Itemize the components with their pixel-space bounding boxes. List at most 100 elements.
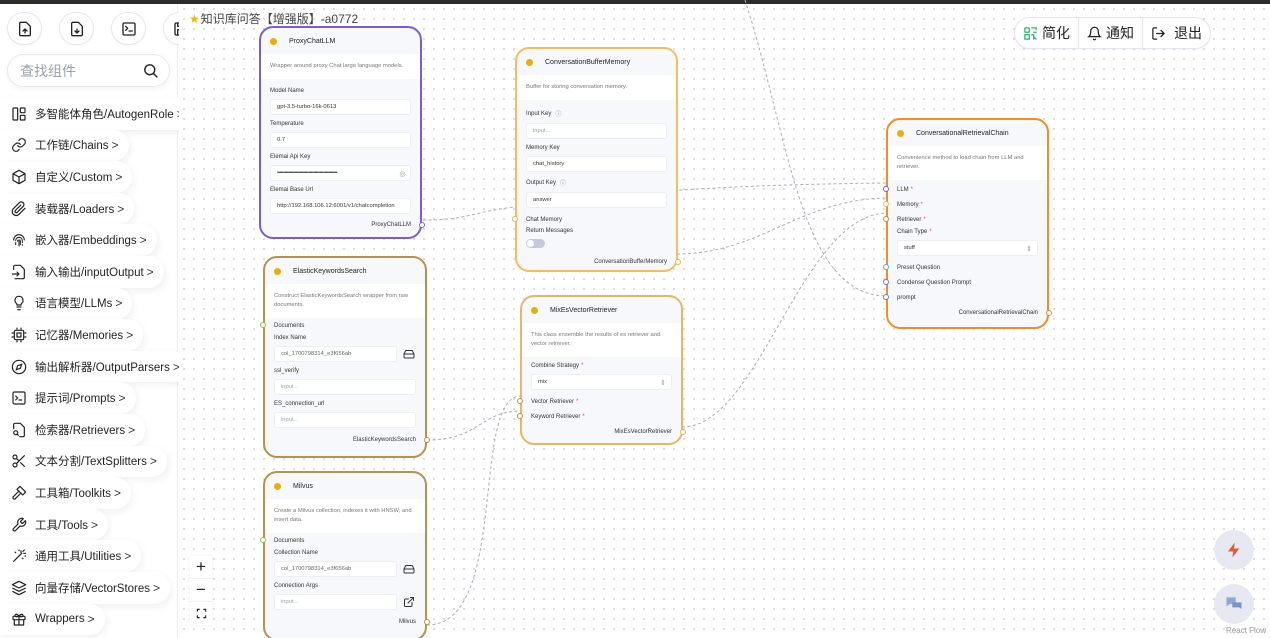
sidebar-item-tools[interactable]: 工具/Tools > — [0, 508, 109, 541]
input-handle[interactable] — [512, 216, 518, 222]
simplify-icon — [1024, 26, 1037, 40]
zoom-out-button[interactable]: − — [190, 579, 212, 602]
hard-drive-icon[interactable] — [403, 348, 415, 360]
eye-icon[interactable]: ◎ — [399, 170, 405, 178]
port-row-memory: Memory * — [883, 197, 1047, 212]
component-search[interactable] — [7, 54, 170, 87]
node-header[interactable]: ProxyChatLLM — [261, 28, 420, 54]
node-conversationbuffermemory[interactable]: ConversationBufferMemory Buffer for stor… — [512, 47, 681, 272]
input-handle[interactable] — [260, 322, 266, 328]
es-connection-url-input[interactable]: input... — [274, 412, 416, 428]
sidebar-item-label: 记忆器/Memories — [35, 329, 124, 342]
port-label: Documents — [274, 322, 305, 329]
sidebar-item-outputparsers[interactable]: 输出解析器/OutputParsers > — [0, 350, 190, 383]
sidebar-item-llms[interactable]: 语言模型/LLMs > — [0, 287, 133, 320]
sidebar-item-chains[interactable]: 工作链/Chains > — [0, 129, 129, 162]
field-label: Collection Name — [274, 550, 319, 556]
quick-action-button[interactable] — [1214, 530, 1254, 570]
node-milvus[interactable]: Milvus Create a Milvus collection, index… — [260, 471, 430, 638]
input-handle[interactable] — [883, 294, 889, 300]
input-handle[interactable] — [517, 398, 523, 404]
input-key-input[interactable]: input... — [526, 123, 667, 139]
base-url-input[interactable]: http://192.168.106.12:6001/v1/chatcomple… — [270, 198, 411, 214]
node-description: Convenience method to load chain from LL… — [888, 146, 1047, 180]
node-mixesvectorretriever[interactable]: MixEsVectorRetriever This class ensemble… — [517, 295, 686, 445]
sidebar-item-inputoutput[interactable]: 输入输出/inputOutput > — [0, 255, 164, 288]
collection-name-input[interactable]: col_1700798314_e3f656ab — [274, 561, 397, 577]
input-handle[interactable] — [883, 216, 889, 222]
sidebar-item-loaders[interactable]: 装载器/Loaders > — [0, 192, 135, 225]
sidebar-item-embeddings[interactable]: 嵌入器/Embeddings > — [0, 224, 157, 256]
memory-key-input[interactable]: chat_history — [526, 156, 667, 172]
field-label: Combine Strategy * — [531, 363, 584, 369]
sidebar-item-custom[interactable]: 自定义/Custom > — [0, 161, 133, 193]
external-link-icon[interactable] — [403, 596, 415, 608]
chain-type-select[interactable]: stuff ⇕ — [897, 240, 1038, 256]
sidebar-item-vectorstores[interactable]: 向量存储/VectorStores > — [0, 571, 171, 604]
input-handle[interactable] — [883, 186, 889, 192]
api-key-input[interactable]: ••••••••••••••••••••••••••••••••••••••••… — [270, 165, 411, 181]
node-header[interactable]: Milvus — [265, 473, 425, 499]
return-messages-toggle[interactable] — [526, 239, 545, 248]
combine-strategy-select[interactable]: mix ⇕ — [531, 374, 672, 390]
sidebar-item-textsplitters[interactable]: 文本分割/TextSplitters > — [0, 445, 167, 478]
notification-button[interactable]: 通知 — [1079, 18, 1143, 48]
input-handle[interactable] — [260, 537, 266, 543]
chevron-right-icon: > — [91, 517, 99, 532]
chevron-right-icon: > — [115, 169, 123, 184]
fit-view-button[interactable] — [190, 602, 212, 625]
node-conversationalretrievalchain[interactable]: ConversationalRetrievalChain Convenience… — [883, 118, 1052, 329]
search-icon[interactable] — [142, 62, 159, 79]
node-header[interactable]: ConversationalRetrievalChain — [888, 120, 1047, 146]
node-elastickeywordssearch[interactable]: ElasticKeywordsSearch Construct ElasticK… — [260, 256, 430, 458]
input-handle[interactable] — [883, 264, 889, 270]
search-input[interactable] — [20, 62, 142, 79]
logout-button[interactable]: 退出 — [1143, 18, 1210, 48]
node-header[interactable]: ConversationBufferMemory — [517, 49, 676, 75]
react-flow-attribution[interactable]: React Flow — [1226, 626, 1266, 635]
sidebar-item-utilities[interactable]: 通用工具/Utilities > — [0, 540, 142, 572]
zoom-in-button[interactable]: + — [190, 556, 212, 579]
node-title: ProxyChatLLM — [289, 37, 336, 45]
node-proxychatllm[interactable]: ProxyChatLLM Wrapper around proxy Chat l… — [259, 26, 425, 239]
chevron-right-icon: > — [118, 391, 126, 406]
info-icon[interactable]: ⓘ — [555, 109, 561, 118]
code-button[interactable] — [111, 12, 146, 45]
input-handle[interactable] — [517, 413, 523, 419]
output-handle[interactable] — [675, 259, 681, 265]
sidebar-item-memories[interactable]: 记忆器/Memories > — [0, 319, 144, 351]
field-label: Chain Type * — [897, 229, 932, 235]
sidebar-item-toolkits[interactable]: 工具箱/Toolkits > — [0, 477, 132, 509]
sidebar-item-autogenrole[interactable]: 多智能体角色/AutogenRole> — [0, 98, 194, 130]
info-icon[interactable]: ⓘ — [560, 178, 566, 187]
ssl-verify-input[interactable]: input... — [274, 379, 416, 395]
output-row: ProxyChatLLM — [261, 217, 425, 233]
component-sidebar: 多智能体角色/AutogenRole> 工作链/Chains> 自定义/Cust… — [0, 4, 198, 638]
model-name-input[interactable]: gpt-3.5-turbo-16k-0613 — [270, 99, 411, 115]
chevron-right-icon: > — [146, 264, 154, 279]
hard-drive-icon[interactable] — [403, 563, 415, 575]
output-handle[interactable] — [680, 429, 686, 435]
chat-button[interactable] — [1214, 584, 1254, 624]
node-header[interactable]: ElasticKeywordsSearch — [265, 258, 425, 284]
connection-args-input[interactable]: input... — [274, 594, 397, 610]
sidebar-item-retrievers[interactable]: 检索器/Retrievers > — [0, 413, 146, 446]
sidebar-item-wrappers[interactable]: Wrappers > — [0, 603, 105, 636]
simplify-button[interactable]: 简化 — [1015, 18, 1079, 48]
output-key-input[interactable]: answer — [526, 192, 667, 208]
index-name-input[interactable]: col_1700798314_e3f656ab — [274, 346, 397, 362]
export-button[interactable] — [59, 12, 94, 45]
output-handle[interactable] — [1046, 310, 1052, 316]
node-header[interactable]: MixEsVectorRetriever — [522, 297, 681, 323]
input-handle[interactable] — [883, 279, 889, 285]
sidebar-item-label: 多智能体角色/AutogenRole — [35, 108, 174, 121]
output-handle[interactable] — [424, 619, 430, 625]
sidebar-item-label: 向量存储/VectorStores — [35, 582, 151, 595]
output-handle[interactable] — [424, 437, 430, 443]
import-button[interactable] — [7, 12, 42, 45]
output-handle[interactable] — [419, 222, 425, 228]
port-row: Documents — [260, 318, 425, 333]
sidebar-item-prompts[interactable]: 提示词/Prompts > — [0, 382, 136, 414]
input-handle[interactable] — [883, 201, 889, 207]
temperature-input[interactable]: 0.7 — [270, 132, 411, 148]
